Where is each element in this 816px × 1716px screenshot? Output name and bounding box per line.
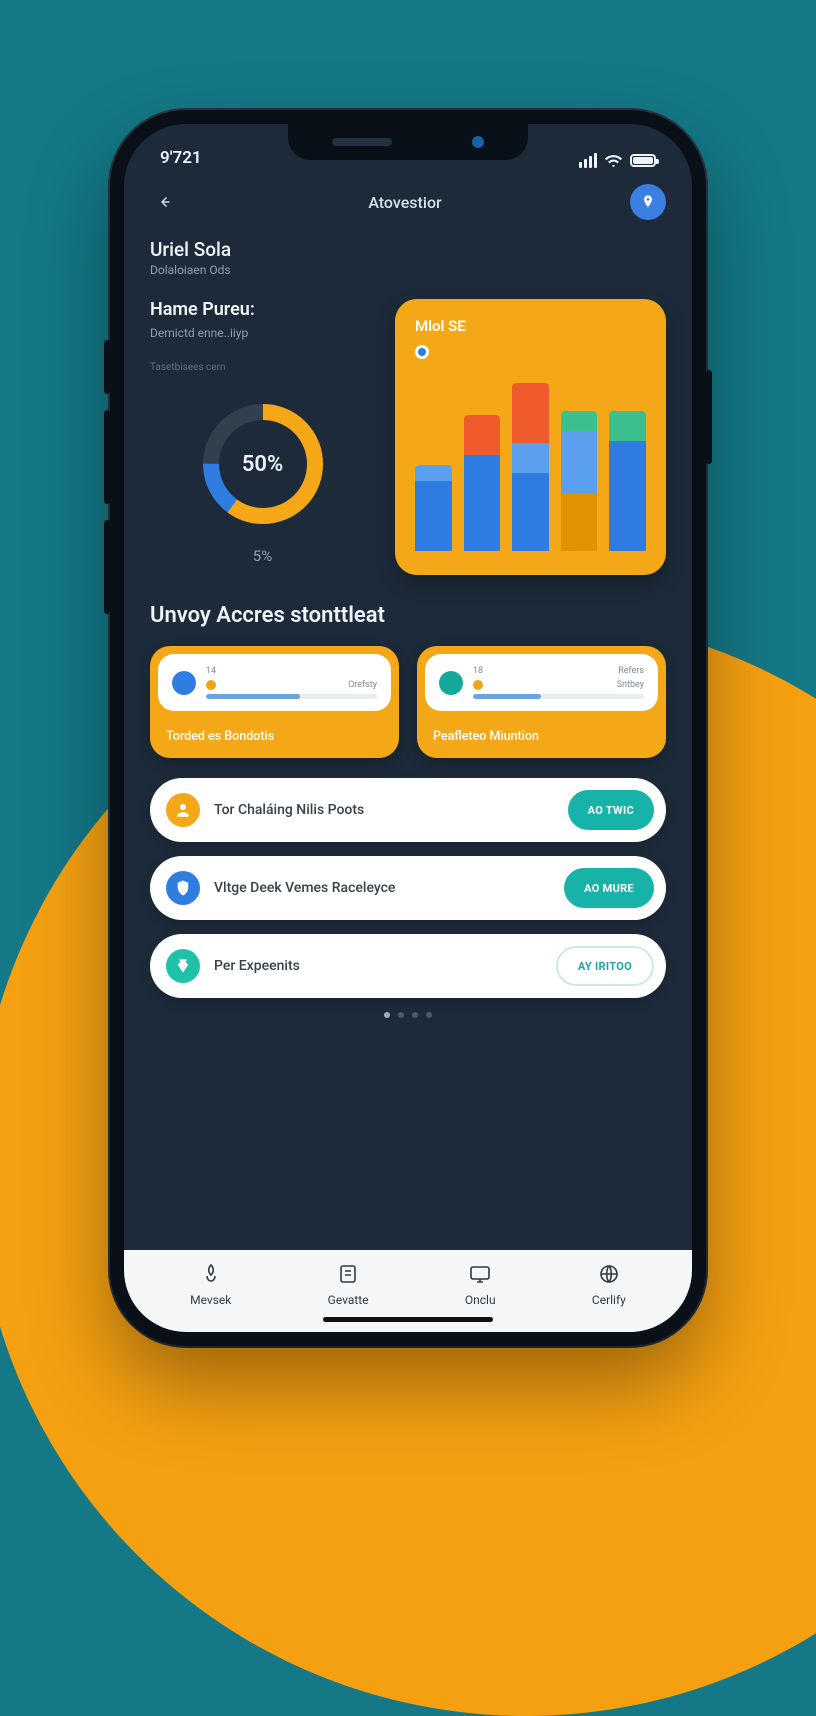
tab-label: Mevsek bbox=[190, 1293, 231, 1307]
front-camera bbox=[472, 136, 484, 148]
tab-icon bbox=[597, 1262, 621, 1289]
bar-chart bbox=[415, 383, 646, 551]
list-item-icon bbox=[166, 871, 200, 905]
summary-cards-row: 14 Orefsty Torded es Bondotis 18 Refers S… bbox=[150, 646, 666, 758]
phone-screen: 9'721 Atovestior Uriel Sola Dolaloiaen O… bbox=[124, 124, 692, 1332]
donut-chart: 50% 5% bbox=[150, 399, 375, 565]
user-subtitle: Dolaloiaen Ods bbox=[150, 263, 666, 277]
tab-onclu[interactable]: Onclu bbox=[465, 1262, 496, 1307]
page-indicator bbox=[150, 1012, 666, 1018]
battery-icon bbox=[630, 154, 656, 167]
list-item[interactable]: Per Expeenits AY IRITOO bbox=[150, 934, 666, 998]
list-item-label: Per Expeenits bbox=[214, 958, 542, 974]
summary-card-footer: Peafleteo Miuntion bbox=[417, 719, 666, 758]
tab-icon bbox=[468, 1262, 492, 1289]
overview-subheading: Demictd enne..iiyp bbox=[150, 326, 375, 340]
main-content: Uriel Sola Dolaloiaen Ods Hame Pureu: De… bbox=[124, 234, 692, 1250]
list-item-icon bbox=[166, 793, 200, 827]
overview-link[interactable]: Tasetbisees cern bbox=[150, 362, 375, 373]
progress-dot-icon bbox=[206, 680, 216, 690]
list-item-action-button[interactable]: AY IRITOO bbox=[556, 946, 654, 986]
cellular-icon bbox=[579, 153, 597, 168]
header-action-button[interactable] bbox=[630, 184, 666, 220]
phone-side-button bbox=[706, 370, 712, 464]
chart-bar bbox=[609, 411, 646, 551]
status-icons bbox=[579, 153, 656, 168]
phone-frame: 9'721 Atovestior Uriel Sola Dolaloiaen O… bbox=[110, 110, 706, 1346]
chart-bar bbox=[512, 383, 549, 551]
action-list: Tor Chaláing Nilis Poots AO TWIC Vltge D… bbox=[150, 778, 666, 998]
chart-bar bbox=[415, 465, 452, 551]
list-item[interactable]: Tor Chaláing Nilis Poots AO TWIC bbox=[150, 778, 666, 842]
donut-footer-label: 5% bbox=[253, 547, 272, 565]
donut-value: 50% bbox=[198, 399, 328, 529]
section-title: Unvoy Accres stonttleat bbox=[150, 603, 666, 628]
overview-row: Hame Pureu: Demictd enne..iiyp Tasetbise… bbox=[150, 299, 666, 575]
summary-card-tag: Sntbey bbox=[617, 680, 644, 690]
user-name: Uriel Sola bbox=[150, 238, 666, 261]
phone-side-button bbox=[104, 410, 110, 504]
tab-cerlify[interactable]: Cerlify bbox=[592, 1262, 626, 1307]
overview-left: Hame Pureu: Demictd enne..iiyp Tasetbise… bbox=[150, 299, 375, 575]
bar-chart-card[interactable]: Mlol SE bbox=[395, 299, 666, 575]
progress-fill bbox=[473, 694, 541, 699]
status-time: 9'721 bbox=[160, 148, 202, 168]
summary-card[interactable]: 14 Orefsty Torded es Bondotis bbox=[150, 646, 399, 758]
summary-card-footer: Torded es Bondotis bbox=[150, 719, 399, 758]
tab-mevsek[interactable]: Mevsek bbox=[190, 1262, 231, 1307]
summary-card-num: 14 bbox=[206, 666, 216, 676]
back-button[interactable] bbox=[150, 187, 180, 217]
list-item[interactable]: Vltge Deek Vemes Raceleyce AO MURE bbox=[150, 856, 666, 920]
summary-card[interactable]: 18 Refers Sntbey Peafleteo Miuntion bbox=[417, 646, 666, 758]
chart-legend-dot bbox=[415, 345, 429, 359]
speaker-grill bbox=[332, 138, 392, 146]
tab-label: Gevatte bbox=[328, 1293, 369, 1307]
summary-card-extra: Refers bbox=[618, 666, 644, 676]
tab-label: Cerlify bbox=[592, 1293, 626, 1307]
list-item-action-button[interactable]: AO MURE bbox=[564, 868, 654, 908]
list-item-action-button[interactable]: AO TWIC bbox=[568, 790, 654, 830]
wifi-icon bbox=[604, 154, 623, 168]
list-item-icon bbox=[166, 949, 200, 983]
phone-side-button bbox=[104, 520, 110, 614]
list-item-label: Tor Chaláing Nilis Poots bbox=[214, 802, 554, 818]
chart-bar bbox=[561, 411, 598, 551]
tab-gevatte[interactable]: Gevatte bbox=[328, 1262, 369, 1307]
tab-icon bbox=[336, 1262, 360, 1289]
summary-card-icon bbox=[439, 671, 463, 695]
home-indicator[interactable] bbox=[323, 1317, 493, 1322]
tab-icon bbox=[199, 1262, 223, 1289]
summary-card-icon bbox=[172, 671, 196, 695]
progress-dot-icon bbox=[473, 680, 483, 690]
phone-side-button bbox=[104, 340, 110, 394]
summary-card-tag: Orefsty bbox=[348, 680, 377, 690]
list-item-label: Vltge Deek Vemes Raceleyce bbox=[214, 880, 550, 896]
overview-heading: Hame Pureu: bbox=[150, 299, 375, 320]
summary-card-num: 18 bbox=[473, 666, 483, 676]
pin-icon bbox=[640, 194, 656, 210]
progress-track bbox=[473, 694, 644, 699]
progress-track bbox=[206, 694, 377, 699]
app-header: Atovestior bbox=[124, 170, 692, 234]
summary-card-top: 14 Orefsty bbox=[158, 654, 391, 711]
tab-label: Onclu bbox=[465, 1293, 496, 1307]
phone-notch bbox=[288, 124, 528, 160]
progress-fill bbox=[206, 694, 300, 699]
chart-title: Mlol SE bbox=[415, 317, 646, 335]
chart-bar bbox=[464, 415, 501, 551]
page-title: Atovestior bbox=[368, 193, 441, 212]
summary-card-top: 18 Refers Sntbey bbox=[425, 654, 658, 711]
